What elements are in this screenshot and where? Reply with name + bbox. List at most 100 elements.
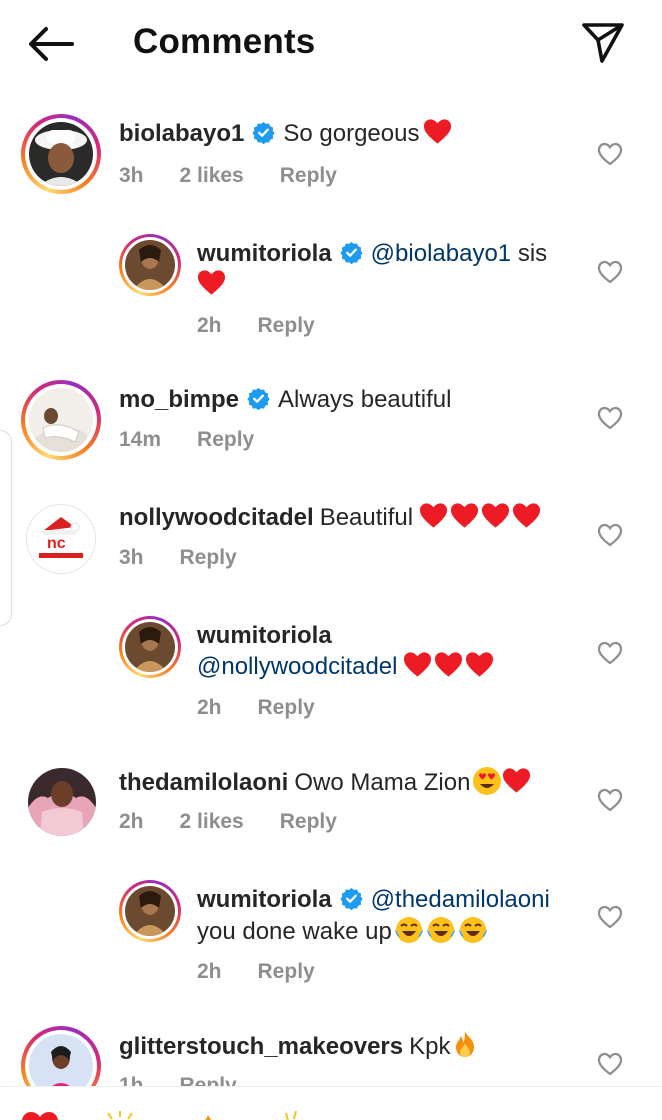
astonished-face-emoji-icon[interactable] xyxy=(516,1111,560,1120)
share-button[interactable] xyxy=(580,20,626,66)
red-heart-emoji-icon xyxy=(503,768,531,793)
verified-badge-icon xyxy=(340,241,363,264)
comment-item: nc nollywoodcitadel Beautiful 3h Reply xyxy=(0,498,662,608)
heart-outline-icon[interactable] xyxy=(597,641,623,665)
comment-username[interactable]: wumitoriola xyxy=(197,622,332,649)
comment-list: biolabayo1 So gorgeous 3h 2 likes Reply w… xyxy=(0,86,662,1086)
paper-plane-icon xyxy=(582,23,624,63)
reply-button[interactable]: Reply xyxy=(197,428,254,452)
avatar[interactable] xyxy=(119,616,181,678)
comment-time: 14m xyxy=(119,428,162,451)
comment-username[interactable]: biolabayo1 xyxy=(119,120,244,147)
mention-link[interactable]: @biolabayo1 xyxy=(371,240,511,267)
comment-meta: 1h Reply xyxy=(119,1074,237,1086)
heart-outline-icon[interactable] xyxy=(597,406,623,430)
comment-text: nollywoodcitadel Beautiful xyxy=(119,502,541,533)
reply-button[interactable]: Reply xyxy=(258,696,315,720)
red-heart-emoji-icon xyxy=(404,652,432,677)
page-title: Comments xyxy=(133,22,316,61)
comment-meta: 2h Reply xyxy=(197,696,315,720)
heart-outline-icon[interactable] xyxy=(597,260,623,284)
comment-username[interactable]: glitterstouch_makeovers xyxy=(119,1033,403,1060)
tears-of-joy-emoji-icon xyxy=(426,917,455,943)
reply-button[interactable]: Reply xyxy=(258,960,315,984)
avatar[interactable] xyxy=(119,880,181,942)
red-heart-emoji-icon xyxy=(513,503,541,528)
verified-badge-icon xyxy=(340,887,363,910)
avatar[interactable]: nc xyxy=(26,504,96,574)
comment-username[interactable]: nollywoodcitadel xyxy=(119,504,314,531)
avatar[interactable] xyxy=(21,1026,101,1086)
comment-text: wumitoriola @thedamilolaoni you done wake … xyxy=(197,886,550,945)
mention-link[interactable]: @nollywoodcitadel xyxy=(197,653,397,680)
comment-item: thedamilolaoni Owo Mama Zion 2h 2 likes R… xyxy=(0,762,662,872)
comment-text: glitterstouch_makeovers Kpk xyxy=(119,1030,477,1062)
clapping-hands-emoji-icon[interactable] xyxy=(270,1111,314,1120)
verified-badge-icon xyxy=(252,121,275,144)
comment-meta: 3h 2 likes Reply xyxy=(119,164,337,188)
comment-meta: 3h Reply xyxy=(119,546,237,570)
heart-eyes-emoji-icon xyxy=(473,767,502,795)
tears-of-joy-emoji-icon xyxy=(458,917,487,943)
heart-outline-icon[interactable] xyxy=(597,142,623,166)
comment-username[interactable]: wumitoriola xyxy=(197,240,332,267)
red-heart-emoji-icon xyxy=(466,652,494,677)
avatar[interactable] xyxy=(21,380,101,460)
comment-likes[interactable]: 2 likes xyxy=(180,164,244,188)
heart-outline-icon[interactable] xyxy=(597,1052,623,1076)
emoji-quick-bar xyxy=(0,1086,662,1120)
verified-badge-icon xyxy=(247,387,270,410)
comment-likes[interactable]: 2 likes xyxy=(180,810,244,834)
comment-time: 2h xyxy=(197,960,222,983)
comment-text: thedamilolaoni Owo Mama Zion xyxy=(119,766,531,798)
comment-meta: 2h Reply xyxy=(197,314,315,338)
comment-meta: 2h Reply xyxy=(197,960,315,984)
comment-username[interactable]: wumitoriola xyxy=(197,886,332,913)
comment-text: wumitoriola @nollywoodcitadel xyxy=(197,620,587,682)
comment-item: biolabayo1 So gorgeous 3h 2 likes Reply xyxy=(0,114,662,224)
comment-text: mo_bimpe Always beautiful xyxy=(119,386,452,413)
reply-button[interactable]: Reply xyxy=(180,1074,237,1086)
comment-username[interactable]: thedamilolaoni xyxy=(119,769,288,796)
comment-time: 2h xyxy=(197,696,222,719)
red-heart-emoji-icon xyxy=(424,119,452,144)
reply-button[interactable]: Reply xyxy=(280,164,337,188)
red-heart-emoji-icon xyxy=(435,652,463,677)
red-heart-emoji-icon xyxy=(451,503,479,528)
arrow-left-icon xyxy=(29,27,74,61)
back-button[interactable] xyxy=(26,22,78,66)
comment-time: 2h xyxy=(119,810,144,833)
raising-hands-emoji-icon[interactable] xyxy=(98,1111,142,1120)
crying-face-emoji-icon[interactable] xyxy=(352,1111,396,1120)
comment-item: glitterstouch_makeovers Kpk 1h Reply xyxy=(0,1026,662,1086)
red-heart-emoji-icon xyxy=(482,503,510,528)
heart-outline-icon[interactable] xyxy=(597,788,623,812)
comment-text: wumitoriola @biolabayo1 sis xyxy=(197,238,587,300)
red-heart-emoji-icon xyxy=(420,503,448,528)
comment-reply-item: wumitoriola @thedamilolaoni you done wake … xyxy=(0,880,662,1000)
reply-button[interactable]: Reply xyxy=(180,546,237,570)
fire-emoji-icon xyxy=(456,1031,475,1057)
header: Comments xyxy=(0,0,662,86)
avatar[interactable] xyxy=(28,768,96,836)
mention-link[interactable]: @thedamilolaoni xyxy=(371,886,550,913)
heart-outline-icon[interactable] xyxy=(597,523,623,547)
heart-eyes-emoji-icon[interactable] xyxy=(436,1111,480,1120)
comment-meta: 2h 2 likes Reply xyxy=(119,810,337,834)
comment-item: mo_bimpe Always beautiful 14m Reply xyxy=(0,380,662,490)
comment-time: 3h xyxy=(119,546,144,569)
reply-button[interactable]: Reply xyxy=(258,314,315,338)
red-heart-emoji-icon[interactable] xyxy=(18,1111,62,1120)
heart-outline-icon[interactable] xyxy=(597,905,623,929)
avatar[interactable] xyxy=(119,234,181,296)
reply-button[interactable]: Reply xyxy=(280,810,337,834)
avatar[interactable] xyxy=(21,114,101,194)
comment-time: 1h xyxy=(119,1074,144,1086)
fire-emoji-icon[interactable] xyxy=(186,1111,230,1120)
red-heart-emoji-icon xyxy=(197,270,226,295)
tears-of-joy-emoji-icon[interactable] xyxy=(598,1111,642,1120)
tears-of-joy-emoji-icon xyxy=(394,917,423,943)
comment-text: biolabayo1 So gorgeous xyxy=(119,118,452,149)
comment-meta: 14m Reply xyxy=(119,428,254,452)
comment-username[interactable]: mo_bimpe xyxy=(119,386,239,413)
